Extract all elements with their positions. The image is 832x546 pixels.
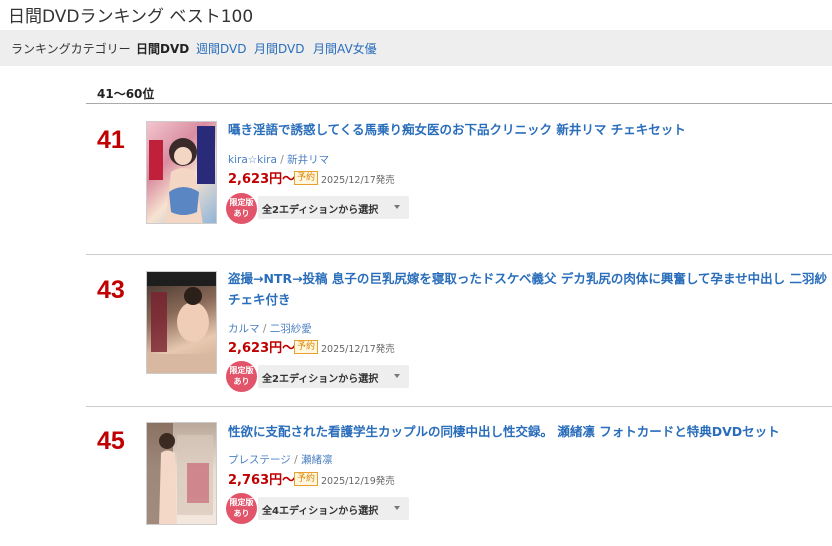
price: 2,623円〜 — [228, 172, 296, 187]
range-heading: 41〜60位 — [97, 87, 155, 101]
limited-line-1: 限定版 — [229, 198, 254, 207]
limited-line-1: 限定版 — [229, 366, 254, 375]
limited-line-2: あり — [233, 377, 250, 386]
cover-image[interactable] — [146, 271, 217, 374]
limited-line-2: あり — [233, 209, 250, 218]
reservation-badge: 予約 — [294, 171, 319, 185]
maker-actress: カルマ / 二羽紗愛 — [228, 323, 312, 335]
limited-line-2: あり — [233, 509, 250, 518]
actress-link[interactable]: 新井リマ — [287, 154, 329, 166]
rank-number: 41 — [97, 126, 125, 154]
limited-edition-badge: 限定版 あり — [226, 361, 257, 392]
maker-link[interactable]: カルマ — [228, 323, 260, 335]
chevron-down-icon — [394, 374, 400, 378]
chevron-down-icon — [394, 506, 400, 510]
category-monthly-actress-link[interactable]: 月間AV女優 — [313, 40, 377, 57]
reservation-badge: 予約 — [294, 340, 319, 354]
item-title-link[interactable]: 性欲に支配された看護学生カップルの同棲中出し性交録。 瀬緒凛 フォトカードと特典… — [228, 421, 780, 442]
range-divider — [86, 103, 832, 104]
edition-select-label: 全2エディションから選択 — [262, 205, 379, 216]
release-date: 2025/12/17発売 — [321, 175, 395, 186]
category-monthly-dvd-link[interactable]: 月間DVD — [254, 40, 304, 57]
maker-link[interactable]: kira☆kira — [228, 154, 277, 166]
limited-line-1: 限定版 — [229, 498, 254, 507]
item-title-link-line2[interactable]: チェキ付き — [228, 289, 291, 310]
chevron-down-icon — [394, 205, 400, 209]
rank-number: 43 — [97, 276, 125, 304]
price: 2,763円〜 — [228, 473, 296, 488]
category-bar: ランキングカテゴリー 日間DVD 週間DVD 月間DVD 月間AV女優 — [0, 30, 832, 66]
limited-edition-badge: 限定版 あり — [226, 193, 257, 224]
category-weekly-dvd-link[interactable]: 週間DVD — [196, 40, 246, 57]
release-date: 2025/12/19発売 — [321, 476, 395, 487]
maker-link[interactable]: プレステージ — [228, 454, 291, 466]
actress-link[interactable]: 二羽紗愛 — [270, 323, 312, 335]
item-divider — [86, 254, 832, 255]
edition-select[interactable]: 全2エディションから選択 — [258, 365, 409, 388]
edition-select[interactable]: 全4エディションから選択 — [258, 497, 409, 520]
item-title-link[interactable]: 盗撮→NTR→投稿 息子の巨乳尻嫁を寝取ったドスケベ義父 デカ乳尻の肉体に興奮し… — [228, 268, 827, 289]
limited-edition-badge: 限定版 あり — [226, 493, 257, 524]
cover-image[interactable] — [146, 121, 217, 224]
actress-link[interactable]: 瀬緒凛 — [301, 454, 333, 466]
cover-image[interactable] — [146, 422, 217, 525]
item-divider — [86, 406, 832, 407]
reservation-badge: 予約 — [294, 472, 319, 486]
edition-select[interactable]: 全2エディションから選択 — [258, 196, 409, 219]
item-title-link[interactable]: 囁き淫語で誘惑してくる馬乗り痴女医のお下品クリニック 新井リマ チェキセット — [228, 119, 686, 140]
category-daily-dvd: 日間DVD — [136, 42, 190, 56]
maker-actress: プレステージ / 瀬緒凛 — [228, 454, 333, 466]
release-date: 2025/12/17発売 — [321, 344, 395, 355]
rank-number: 45 — [97, 427, 125, 455]
page-title: 日間DVDランキング ベスト100 — [8, 7, 254, 27]
category-label: ランキングカテゴリー — [11, 42, 131, 56]
edition-select-label: 全4エディションから選択 — [262, 506, 379, 517]
price: 2,623円〜 — [228, 341, 296, 356]
maker-actress: kira☆kira / 新井リマ — [228, 154, 330, 166]
edition-select-label: 全2エディションから選択 — [262, 374, 379, 385]
